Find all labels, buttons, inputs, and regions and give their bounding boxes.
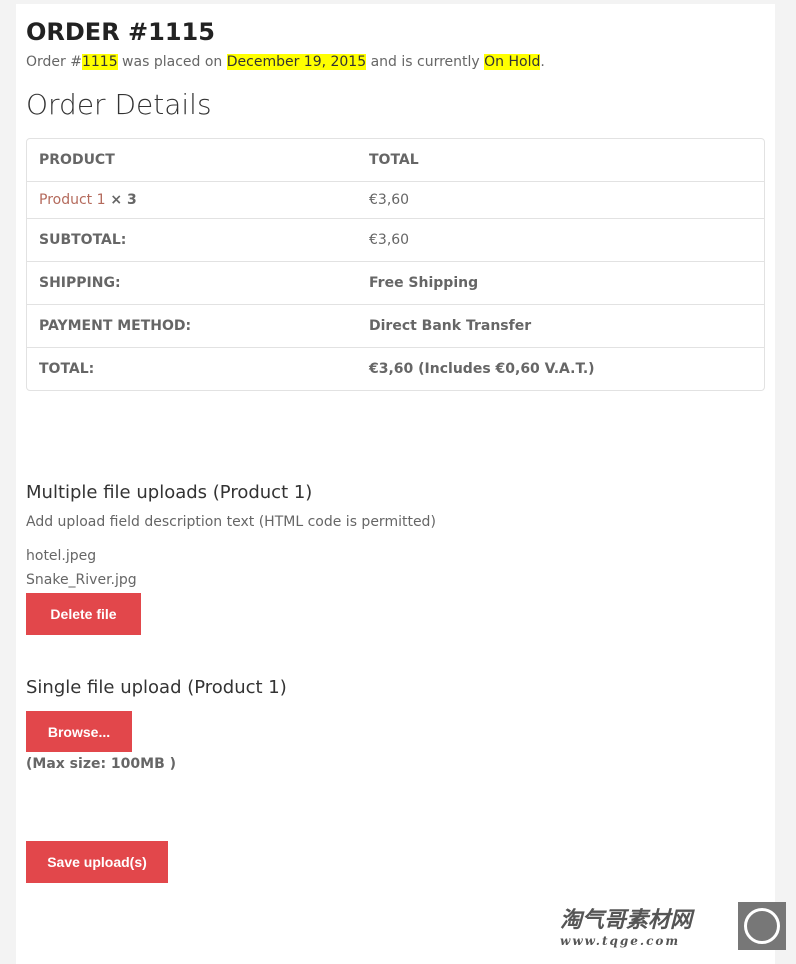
save-uploads-button[interactable]: Save upload(s) — [26, 841, 168, 883]
row-label: TOTAL: — [39, 361, 95, 377]
order-status: On Hold — [484, 54, 541, 70]
row-label: PAYMENT METHOD: — [27, 305, 369, 348]
watermark-url: www.tqge.com — [560, 934, 681, 948]
intro-text: Order # — [26, 54, 82, 70]
table-row: TOTAL: €3,60 (Includes €0,60 V.A.T.) — [27, 348, 764, 390]
header-product: PRODUCT — [27, 139, 369, 182]
order-number: 1115 — [81, 54, 118, 70]
table-row: PAYMENT METHOD: Direct Bank Transfer — [27, 305, 764, 348]
product-link[interactable]: Product 1 — [39, 192, 106, 208]
table-row: SUBTOTAL: €3,60 — [27, 219, 764, 262]
order-title: ORDER #1115 — [26, 18, 215, 46]
row-label: SUBTOTAL: — [27, 219, 369, 262]
uploaded-file: Snake_River.jpg — [26, 572, 137, 588]
order-intro: Order #1115 was placed on December 19, 2… — [26, 54, 765, 70]
table-row: Product 1 × 3 €3,60 — [27, 182, 764, 219]
table-row: SHIPPING: Free Shipping — [27, 262, 764, 305]
uploaded-file: hotel.jpeg — [26, 548, 97, 564]
delete-file-button[interactable]: Delete file — [26, 593, 141, 635]
watermark-text: 淘气哥素材网 — [560, 908, 693, 933]
order-details-heading: Order Details — [26, 88, 212, 121]
order-card: ORDER #1115 Order #1115 was placed on De… — [16, 4, 775, 964]
intro-text: was placed on — [117, 54, 227, 70]
browse-button[interactable]: Browse... — [26, 711, 132, 752]
table-header: PRODUCT TOTAL — [27, 139, 764, 182]
row-value: Direct Bank Transfer — [369, 305, 764, 348]
max-size-note: (Max size: 100MB ) — [26, 756, 177, 772]
header-total: TOTAL — [369, 139, 764, 182]
watermark-logo-icon — [738, 902, 786, 950]
order-date: December 19, 2015 — [226, 54, 367, 70]
order-details-table: PRODUCT TOTAL Product 1 × 3 €3,60 SUBTOTAL… — [26, 138, 765, 391]
single-upload-heading: Single file upload (Product 1) — [26, 677, 287, 698]
multi-upload-description: Add upload field description text (HTML … — [26, 514, 436, 530]
watermark: 淘气哥素材网 www.tqge.com — [560, 902, 692, 948]
multi-upload-heading: Multiple file uploads (Product 1) — [26, 482, 313, 503]
product-qty: × 3 — [105, 192, 137, 208]
row-label: SHIPPING: — [27, 262, 369, 305]
product-total: €3,60 — [369, 182, 764, 219]
row-value: Free Shipping — [369, 262, 764, 305]
row-value: €3,60 — [369, 219, 764, 262]
row-value: €3,60 (Includes €0,60 V.A.T.) — [369, 361, 595, 377]
intro-text: and is currently — [366, 54, 485, 70]
intro-text: . — [540, 54, 545, 70]
